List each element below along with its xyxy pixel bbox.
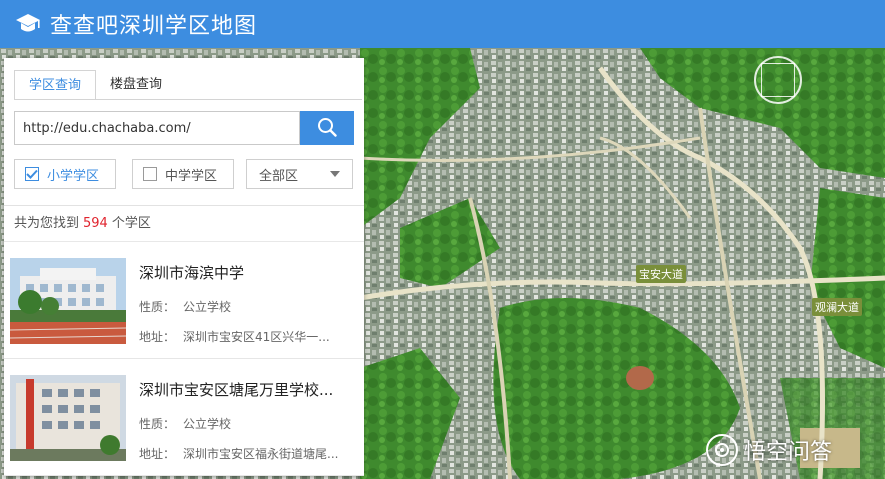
- school-type-label: 性质：: [139, 417, 176, 431]
- road-label-side: 观澜大道: [812, 298, 862, 316]
- school-type: 性质： 公立学校: [139, 415, 361, 432]
- tab-property[interactable]: 楼盘查询: [96, 70, 176, 100]
- school-type-value: 公立学校: [183, 300, 232, 314]
- school-address: 地址： 深圳市宝安区福永街道塘尾...: [139, 445, 361, 462]
- school-type: 性质： 公立学校: [139, 298, 361, 315]
- filter-row: 小学学区 中学学区 全部区: [14, 159, 353, 189]
- checkbox-empty-icon: [143, 167, 157, 181]
- chevron-down-icon: [330, 171, 340, 177]
- search-panel: 学区查询 楼盘查询 小学学区: [4, 58, 364, 476]
- result-count-number: 594: [83, 216, 108, 231]
- graduation-cap-icon: [14, 10, 42, 38]
- school-type-label: 性质：: [139, 300, 176, 314]
- school-type-value: 公立学校: [183, 417, 232, 431]
- school-address-value: 深圳市宝安区41区兴华一...: [183, 330, 330, 344]
- list-item[interactable]: 深圳市海滨中学 性质： 公立学校 地址： 深圳市宝安区41区兴华一...: [4, 242, 364, 359]
- result-count-prefix: 共为您找到: [14, 216, 80, 231]
- school-name[interactable]: 深圳市海滨中学: [139, 262, 359, 283]
- result-count: 共为您找到 594 个学区: [4, 206, 364, 242]
- district-select[interactable]: 全部区: [246, 159, 353, 189]
- search-button[interactable]: [300, 111, 354, 145]
- search-icon: [317, 117, 337, 140]
- school-photo: [10, 258, 126, 344]
- school-address-value: 深圳市宝安区福永街道塘尾...: [183, 447, 339, 461]
- school-address-label: 地址：: [139, 330, 176, 344]
- primary-school-checkbox[interactable]: 小学学区: [14, 159, 116, 189]
- middle-school-checkbox[interactable]: 中学学区: [132, 159, 234, 189]
- search-input[interactable]: [14, 111, 300, 145]
- tab-school-district[interactable]: 学区查询: [14, 70, 97, 100]
- district-select-value: 全部区: [259, 168, 299, 184]
- result-count-suffix: 个学区: [111, 216, 151, 231]
- school-address: 地址： 深圳市宝安区41区兴华一...: [139, 328, 361, 345]
- primary-school-label: 小学学区: [47, 168, 100, 184]
- page-title: 查查吧深圳学区地图: [50, 14, 258, 39]
- list-item[interactable]: 深圳市宝安区塘尾万里学校... 性质： 公立学校 地址： 深圳市宝安区福永街道塘…: [4, 359, 364, 476]
- tab-bar: 学区查询 楼盘查询: [14, 70, 176, 100]
- tab-divider: [14, 99, 362, 100]
- checkmark-icon: [25, 167, 39, 181]
- app-header: 查查吧深圳学区地图: [0, 0, 885, 48]
- search-panel-top: 学区查询 楼盘查询 小学学区: [4, 58, 364, 206]
- school-photo: [10, 375, 126, 461]
- search-row: [14, 111, 354, 145]
- road-label-main: 宝安大道: [636, 265, 686, 283]
- wukong-logo-icon: [706, 434, 738, 466]
- wukong-watermark-text: 悟空问答: [744, 440, 833, 465]
- middle-school-label: 中学学区: [165, 168, 218, 184]
- school-name[interactable]: 深圳市宝安区塘尾万里学校...: [139, 379, 359, 400]
- seal-icon: [754, 56, 802, 104]
- wukong-watermark: 悟空问答: [706, 434, 832, 466]
- school-address-label: 地址：: [139, 447, 176, 461]
